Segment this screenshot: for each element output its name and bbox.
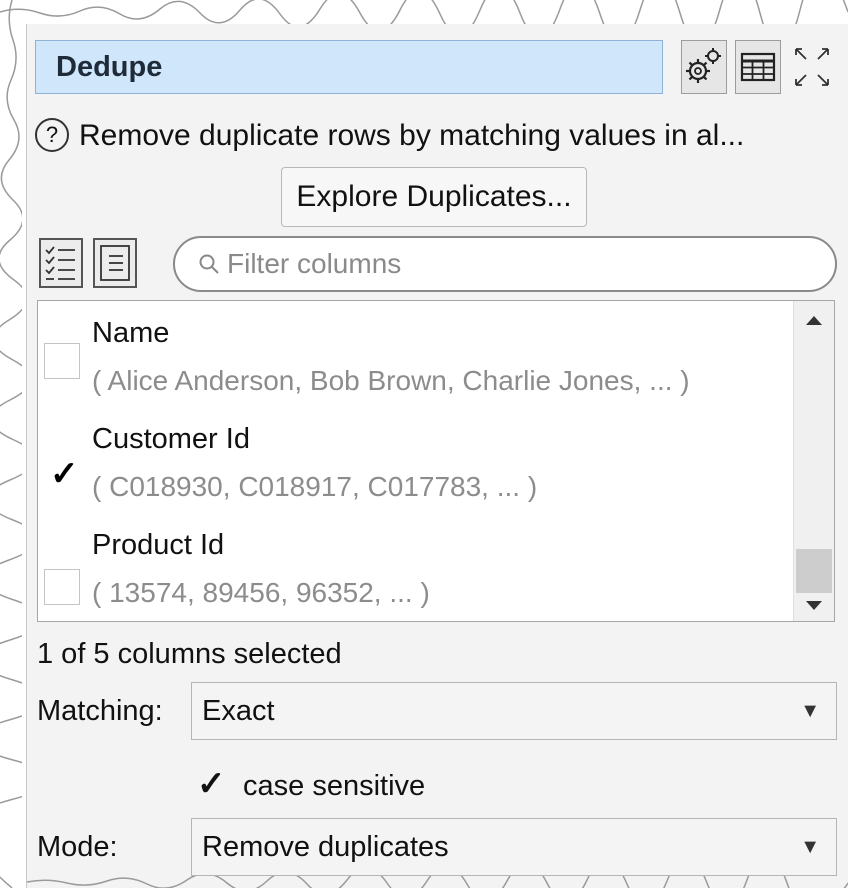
chevron-down-icon: ▼ <box>800 836 820 858</box>
dedupe-panel: Dedupe ? Remove duplicate rows by matchi… <box>26 24 848 888</box>
scroll-up-icon[interactable] <box>802 311 826 329</box>
scroll-down-icon[interactable] <box>802 597 826 615</box>
help-icon[interactable]: ? <box>35 118 69 152</box>
maximize-button[interactable] <box>789 40 835 94</box>
checkmark-icon: ✓ <box>50 455 79 493</box>
column-item-customer-id[interactable]: ✓ Customer Id ( C018930, C018917, C01778… <box>38 409 794 517</box>
column-checkbox[interactable]: ✓ <box>44 455 80 493</box>
title-bar: Dedupe <box>35 40 837 96</box>
mode-select[interactable]: Remove duplicates ▼ <box>191 818 837 876</box>
chevron-down-icon: ▼ <box>800 700 820 722</box>
column-list-scrollbar[interactable] <box>793 301 834 621</box>
matching-select[interactable]: Exact ▼ <box>191 682 837 740</box>
description-text: Remove duplicate rows by matching values… <box>79 119 745 152</box>
search-icon <box>199 254 219 274</box>
mode-label: Mode: <box>37 831 118 863</box>
column-list[interactable]: Name ( Alice Anderson, Bob Brown, Charli… <box>37 300 835 622</box>
column-sample-values: ( Alice Anderson, Bob Brown, Charlie Jon… <box>92 365 690 396</box>
column-checkbox[interactable] <box>44 569 80 605</box>
column-sample-values: ( 13574, 89456, 96352, ... ) <box>92 577 430 608</box>
node-title[interactable]: Dedupe <box>35 40 663 94</box>
column-checkbox[interactable] <box>44 343 80 379</box>
description-row: ? Remove duplicate rows by matching valu… <box>35 114 843 158</box>
column-name: Product Id <box>92 529 225 561</box>
torn-edge-bottom <box>27 876 848 888</box>
filter-placeholder: Filter columns <box>227 248 402 279</box>
torn-edge-top <box>0 0 848 24</box>
filter-columns-input[interactable]: Filter columns <box>173 236 837 292</box>
column-name: Customer Id <box>92 423 250 455</box>
check-all-button[interactable] <box>39 238 83 288</box>
scrollbar-thumb[interactable] <box>796 549 832 593</box>
table-icon <box>740 52 776 82</box>
gears-icon <box>686 48 721 83</box>
matching-value: Exact <box>202 695 275 727</box>
checklist-icon <box>45 246 75 280</box>
case-sensitive-label: case sensitive <box>243 770 426 802</box>
selection-status: 1 of 5 columns selected <box>37 638 342 670</box>
expand-icon <box>795 48 829 86</box>
column-item-product-id[interactable]: Product Id ( 13574, 89456, 96352, ... ) <box>38 517 794 621</box>
matching-label: Matching: <box>37 695 163 727</box>
checkmark-icon: ✓ <box>197 765 226 803</box>
uncheck-all-button[interactable] <box>93 238 137 288</box>
settings-button[interactable] <box>681 40 727 94</box>
table-view-button[interactable] <box>735 40 781 94</box>
column-name: Name <box>92 317 170 349</box>
list-icon <box>100 245 130 281</box>
mode-value: Remove duplicates <box>202 831 449 863</box>
column-item-name[interactable]: Name ( Alice Anderson, Bob Brown, Charli… <box>38 301 794 409</box>
explore-duplicates-button[interactable]: Explore Duplicates... <box>281 167 587 227</box>
torn-edge-left <box>0 0 22 888</box>
column-sample-values: ( C018930, C018917, C017783, ... ) <box>92 471 538 502</box>
